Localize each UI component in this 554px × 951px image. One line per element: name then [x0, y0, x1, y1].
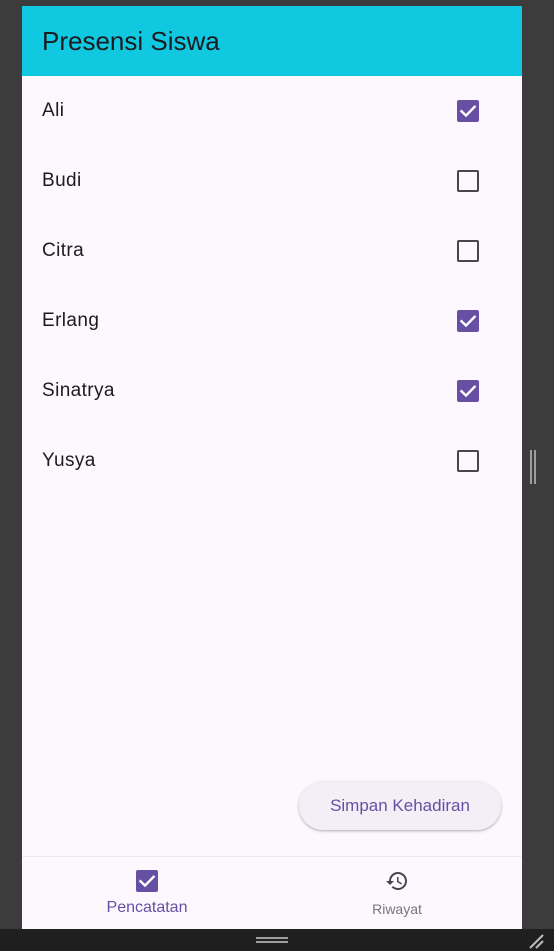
app-window: Presensi Siswa Ali Budi Citra Erlang Sinatry…	[22, 6, 522, 929]
student-row[interactable]: Erlang	[22, 286, 522, 356]
attendance-checkbox-checked[interactable]	[457, 310, 479, 332]
attendance-checkbox[interactable]	[457, 450, 479, 472]
nav-item-riwayat[interactable]: Riwayat	[272, 857, 522, 929]
student-list: Ali Budi Citra Erlang Sinatrya Yusya	[22, 76, 522, 496]
check-icon	[459, 105, 477, 118]
bottom-navigation: Pencatatan Riwayat	[22, 856, 522, 929]
attendance-checkbox[interactable]	[457, 240, 479, 262]
history-icon	[385, 869, 409, 893]
student-row[interactable]: Yusya	[22, 426, 522, 496]
student-name: Sinatrya	[42, 380, 115, 401]
student-row[interactable]: Citra	[22, 216, 522, 286]
nav-label-riwayat: Riwayat	[372, 901, 422, 917]
student-row[interactable]: Ali	[22, 76, 522, 146]
student-name: Ali	[42, 100, 65, 121]
nav-label-pencatatan: Pencatatan	[106, 899, 188, 916]
check-icon	[459, 385, 477, 398]
checkbox-icon	[135, 869, 159, 893]
window-resize-handle[interactable]	[530, 450, 536, 484]
student-row[interactable]: Sinatrya	[22, 356, 522, 426]
page-title: Presensi Siswa	[42, 25, 220, 56]
attendance-checkbox-checked[interactable]	[457, 380, 479, 402]
resize-grip-icon[interactable]	[528, 933, 544, 949]
save-attendance-button[interactable]: Simpan Kehadiran	[299, 782, 501, 830]
app-bar: Presensi Siswa	[22, 6, 522, 76]
system-navigation-bar	[0, 929, 554, 951]
student-name: Budi	[42, 170, 82, 191]
home-handle-icon[interactable]	[256, 937, 288, 943]
student-name: Erlang	[42, 310, 100, 331]
student-name: Citra	[42, 240, 85, 261]
student-name: Yusya	[42, 450, 96, 471]
attendance-checkbox-checked[interactable]	[457, 100, 479, 122]
nav-item-pencatatan[interactable]: Pencatatan	[22, 857, 272, 929]
attendance-checkbox[interactable]	[457, 170, 479, 192]
check-icon	[459, 315, 477, 328]
student-row[interactable]: Budi	[22, 146, 522, 216]
